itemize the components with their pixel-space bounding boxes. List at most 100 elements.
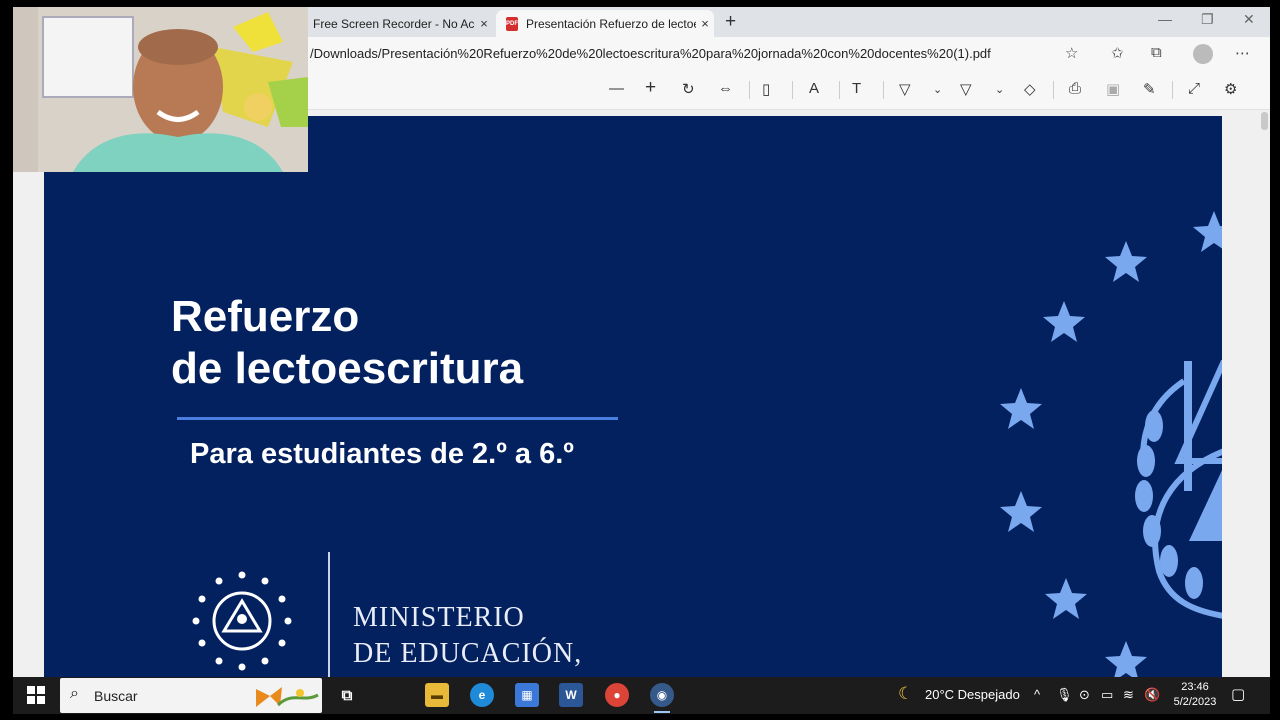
- settings-icon[interactable]: ⚙: [1224, 80, 1237, 98]
- microphone-icon[interactable]: 🎙: [1056, 687, 1073, 703]
- star-icon: [192, 617, 200, 625]
- divider: [749, 81, 750, 99]
- moon-icon: ☾: [898, 684, 914, 703]
- star-icon: [278, 639, 286, 647]
- task-view-icon[interactable]: ⧉: [335, 683, 359, 707]
- highlight-icon[interactable]: ▽: [960, 80, 972, 98]
- tab-close-icon[interactable]: ×: [696, 16, 714, 31]
- star-icon: [1105, 641, 1147, 677]
- divider-line: [328, 552, 330, 677]
- add-text-icon[interactable]: T: [852, 80, 861, 97]
- more-icon[interactable]: ⋯: [1235, 44, 1250, 62]
- wifi-icon[interactable]: ≋: [1123, 687, 1134, 703]
- divider: [1053, 81, 1054, 99]
- star-icon: [215, 577, 223, 585]
- print-icon[interactable]: ⎙: [1069, 80, 1081, 97]
- avatar[interactable]: [1193, 44, 1213, 64]
- favorites-icon[interactable]: ✩: [1111, 44, 1124, 62]
- tab-title: Presentación Refuerzo de lectoes: [526, 16, 696, 31]
- star-icon: [1000, 491, 1042, 532]
- pdf-viewer[interactable]: Refuerzo de lectoescritura Para estudian…: [13, 110, 1270, 677]
- search-label: Buscar: [94, 688, 138, 704]
- save-as-icon[interactable]: ✎: [1143, 80, 1156, 98]
- star-icon: [261, 577, 269, 585]
- ministry-line: MINISTERIO: [353, 602, 525, 633]
- edge-icon[interactable]: e: [470, 683, 494, 707]
- battery-icon[interactable]: ▭: [1101, 687, 1113, 703]
- favorite-add-icon[interactable]: ☆: [1065, 44, 1078, 62]
- title-line: Refuerzo: [171, 292, 360, 341]
- star-icon: [1000, 388, 1042, 429]
- chevron-up-icon[interactable]: ^: [1034, 687, 1040, 702]
- tab-screen-recorder[interactable]: Free Screen Recorder - No Accou ×: [303, 10, 493, 37]
- slide-title: Refuerzo de lectoescritura: [171, 291, 523, 395]
- webcam-overlay: [13, 7, 308, 172]
- star-icon: [238, 663, 246, 671]
- maximize-icon[interactable]: ❐: [1201, 11, 1214, 28]
- chrome-icon[interactable]: ●: [605, 683, 629, 707]
- notifications-icon[interactable]: ▢: [1231, 685, 1245, 703]
- tab-title: Free Screen Recorder - No Accou: [313, 16, 475, 31]
- scrollbar-thumb[interactable]: [1261, 112, 1268, 130]
- star-icon: [215, 657, 223, 665]
- zoom-in-icon[interactable]: +: [645, 77, 656, 99]
- active-indicator: [654, 711, 670, 713]
- title-underline: [177, 417, 618, 420]
- file-explorer-icon[interactable]: ▬: [425, 683, 449, 707]
- windows-start-icon[interactable]: [27, 686, 45, 704]
- star-icon: [198, 595, 206, 603]
- divider: [792, 81, 793, 99]
- slide-subtitle: Para estudiantes de 2.º a 6.º: [190, 438, 574, 470]
- camera-icon[interactable]: ⊙: [1079, 687, 1090, 703]
- erase-icon[interactable]: ◇: [1024, 80, 1036, 98]
- taskbar: ⌕ Buscar ⧉ ▬ e ▦ W ● ◉ ☾ 20°C Despejado …: [13, 677, 1270, 714]
- star-icon: [1105, 241, 1147, 282]
- minimize-icon[interactable]: —: [1158, 11, 1172, 27]
- page-view-icon[interactable]: ▯: [762, 80, 770, 98]
- clock[interactable]: 23:46 5/2/2023: [1165, 680, 1225, 710]
- tab-close-icon[interactable]: ×: [475, 16, 493, 31]
- star-icon: [261, 657, 269, 665]
- star-icon: [1045, 578, 1087, 619]
- chevron-down-icon[interactable]: ⌄: [995, 83, 1004, 96]
- slide-page: Refuerzo de lectoescritura Para estudian…: [44, 116, 1222, 677]
- ministry-logo-text: MINISTERIO DE EDUCACIÓN,: [353, 600, 582, 672]
- new-tab-icon[interactable]: +: [725, 11, 736, 33]
- date: 5/2/2023: [1173, 696, 1217, 708]
- fit-page-icon[interactable]: ⇔: [718, 80, 733, 97]
- time: 23:46: [1181, 681, 1209, 693]
- recorder-icon[interactable]: ◉: [650, 683, 674, 707]
- search-icon: ⌕: [70, 685, 79, 702]
- weather-label[interactable]: 20°C Despejado: [925, 687, 1020, 702]
- star-icon: [238, 571, 246, 579]
- draw-icon[interactable]: ▽: [899, 80, 911, 98]
- star-icon: [278, 595, 286, 603]
- divider: [839, 81, 840, 99]
- coat-of-arms: [1000, 211, 1222, 677]
- divider: [883, 81, 884, 99]
- close-window-icon[interactable]: ✕: [1243, 11, 1255, 28]
- divider: [1172, 81, 1173, 99]
- star-icon: [1193, 211, 1222, 252]
- tab-pdf[interactable]: PDF Presentación Refuerzo de lectoes ×: [496, 10, 714, 37]
- save-icon[interactable]: ▣: [1106, 80, 1120, 98]
- collections-icon[interactable]: ⧉: [1151, 44, 1162, 61]
- rotate-icon[interactable]: ↻: [682, 80, 695, 98]
- volume-mute-icon[interactable]: 🔇: [1144, 687, 1160, 703]
- webcam-image: [13, 7, 308, 172]
- butterfly-icon: [256, 687, 319, 707]
- store-icon[interactable]: ▦: [515, 683, 539, 707]
- chevron-down-icon[interactable]: ⌄: [933, 83, 942, 96]
- star-icon: [1043, 301, 1085, 342]
- star-icon: [284, 617, 292, 625]
- read-aloud-icon[interactable]: A: [809, 80, 819, 97]
- fullscreen-icon[interactable]: ⤢: [1188, 80, 1200, 97]
- word-icon[interactable]: W: [559, 683, 583, 707]
- zoom-out-icon[interactable]: —: [609, 80, 624, 97]
- vertical-scrollbar[interactable]: [1259, 110, 1270, 677]
- taskbar-search[interactable]: ⌕ Buscar: [60, 678, 322, 713]
- ministry-emblem: [192, 571, 292, 671]
- url-field[interactable]: /Downloads/Presentación%20Refuerzo%20de%…: [310, 46, 991, 61]
- star-icon: [198, 639, 206, 647]
- title-line: de lectoescritura: [171, 344, 524, 393]
